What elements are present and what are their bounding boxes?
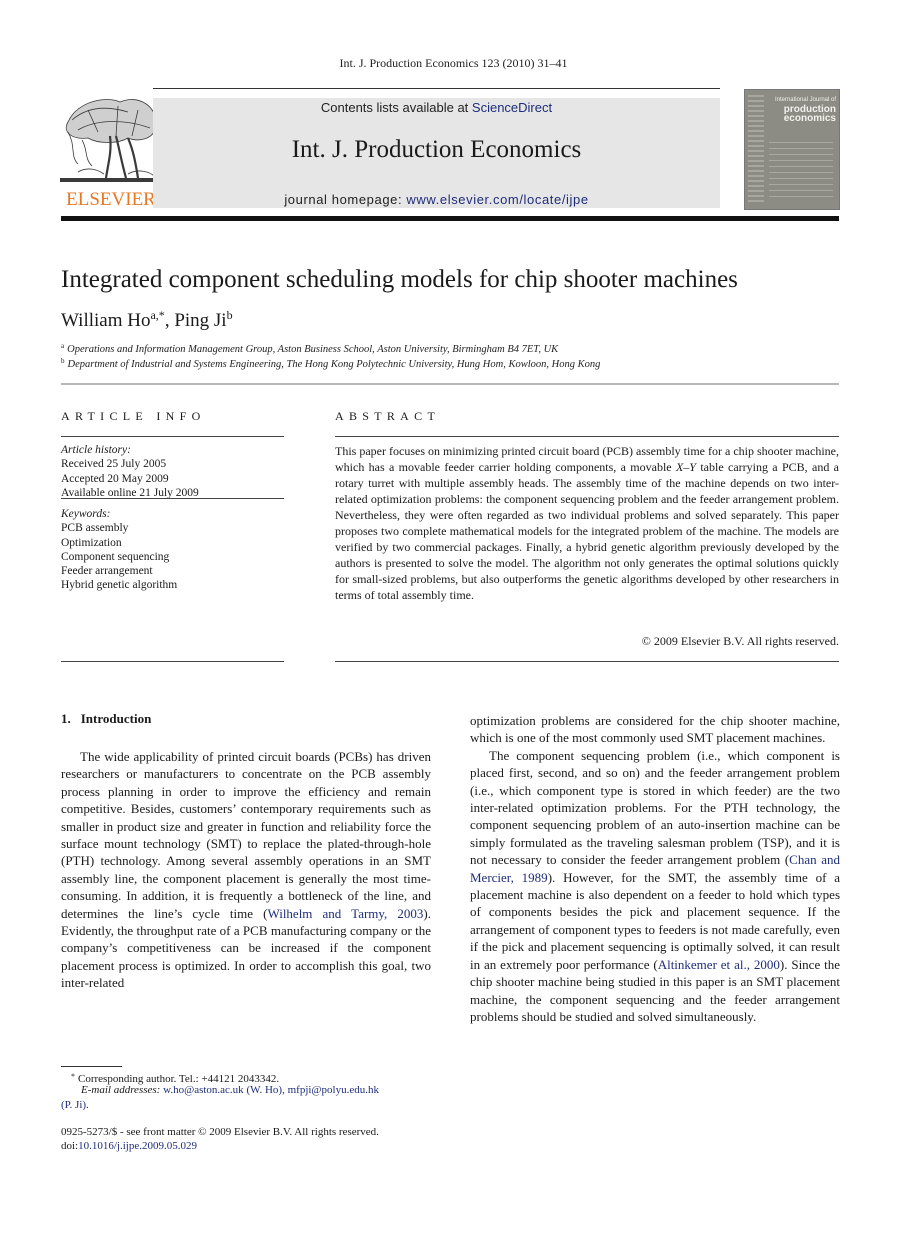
article-info-rule (61, 498, 284, 499)
body-paragraph: The wide applicability of printed circui… (61, 748, 431, 992)
section-heading: 1. Introduction (61, 711, 151, 727)
abstract-part: table carrying a PCB, and a rotary turre… (335, 460, 839, 602)
author-marks[interactable]: b (227, 308, 233, 322)
history-accepted: Accepted 20 May 2009 (61, 472, 169, 485)
history-received: Received 25 July 2005 (61, 458, 167, 471)
affiliation: a Operations and Information Management G… (61, 342, 558, 355)
author-name[interactable]: Ping Ji (174, 310, 226, 331)
journal-homepage-link[interactable]: www.elsevier.com/locate/ijpe (406, 192, 588, 207)
contents-line: Contents lists available at ScienceDirec… (153, 100, 720, 115)
section-number: 1. (61, 711, 71, 726)
article-history-label: Article history: (61, 444, 131, 456)
abstract-rule (335, 436, 839, 437)
affiliation-text: Operations and Information Management Gr… (67, 344, 559, 355)
author-list: William Hoa,*, Ping Jib (61, 308, 233, 332)
citation-link[interactable]: Wilhelm and Tarmy, 2003 (267, 906, 423, 921)
doi-link[interactable]: 10.1016/j.ijpe.2009.05.029 (78, 1140, 197, 1152)
article-history: Article history: Received 25 July 2005 A… (61, 443, 286, 500)
abstract-heading: ABSTRACT (335, 409, 441, 423)
keywords: Keywords: PCB assembly Optimization Comp… (61, 507, 286, 593)
section-title: Introduction (80, 711, 152, 726)
email-owner: (W. Ho), (243, 1084, 288, 1096)
journal-title: Int. J. Production Economics (291, 136, 582, 163)
body-column-right: optimization problems are considered for… (470, 712, 840, 1025)
tree-icon (60, 99, 162, 182)
paragraph-text: The wide applicability of printed circui… (61, 749, 431, 921)
keyword: Component sequencing (61, 550, 170, 563)
keyword: PCB assembly (61, 522, 129, 535)
abstract-copyright: © 2009 Elsevier B.V. All rights reserved… (641, 634, 839, 648)
email-link[interactable]: mfpji@polyu.edu.hk (288, 1084, 379, 1096)
email-note-continued: (P. Ji). (61, 1098, 431, 1113)
body-paragraph: The component sequencing problem (i.e., … (470, 747, 840, 1026)
masthead-top-rule (153, 88, 720, 89)
contents-prefix: Contents lists available at (320, 100, 472, 115)
email-link[interactable]: w.ho@aston.ac.uk (163, 1084, 244, 1096)
author-marks[interactable]: a,* (150, 308, 164, 322)
author-separator: , (164, 310, 175, 331)
body-paragraph: optimization problems are considered for… (470, 712, 840, 747)
affiliation-mark: b (61, 357, 65, 365)
keyword: Hybrid genetic algorithm (61, 579, 178, 592)
body-column-left: The wide applicability of printed circui… (61, 748, 431, 992)
keyword: Feeder arrangement (61, 565, 153, 578)
affiliation-text: Department of Industrial and Systems Eng… (67, 359, 601, 370)
paragraph-text: optimization problems are considered for… (470, 713, 840, 746)
running-head: Int. J. Production Economics 123 (2010) … (339, 56, 568, 70)
email-owner: (P. Ji). (61, 1099, 89, 1111)
homepage-line: journal homepage: www.elsevier.com/locat… (153, 192, 720, 207)
homepage-prefix: journal homepage: (284, 192, 407, 207)
front-matter-note: 0925-5273/$ - see front matter © 2009 El… (61, 1126, 379, 1138)
masthead-bottom-rule (61, 216, 839, 221)
cover-contents-lines (769, 142, 833, 202)
email-label: E-mail addresses: (81, 1084, 164, 1096)
paper-title: Integrated component scheduling models f… (61, 266, 738, 293)
affiliation-mark: a (61, 342, 65, 350)
doi-prefix: doi: (61, 1140, 79, 1152)
abstract-italic: X–Y (675, 460, 696, 474)
keywords-label: Keywords: (61, 508, 111, 520)
journal-cover-thumbnail[interactable]: International Journal of production econ… (744, 89, 840, 210)
article-info-heading: ARTICLE INFO (61, 409, 206, 423)
cover-title: International Journal of production econ… (766, 96, 836, 124)
abstract-rule (335, 661, 839, 662)
abstract-text: This paper focuses on minimizing printed… (335, 443, 839, 603)
paragraph-text: The component sequencing problem (i.e., … (470, 747, 840, 868)
cover-title-line3: economics (783, 113, 836, 124)
article-info-rule (61, 436, 284, 437)
doi-line: doi:10.1016/j.ijpe.2009.05.029 (61, 1139, 431, 1154)
elsevier-logo[interactable]: ELSEVIER (58, 92, 164, 210)
masthead-box: Contents lists available at ScienceDirec… (153, 98, 720, 208)
cover-sidebar (748, 95, 764, 203)
citation-link[interactable]: Altinkemer et al., 2000 (658, 957, 780, 972)
affiliation: b Department of Industrial and Systems En… (61, 357, 600, 370)
elsevier-wordmark: ELSEVIER (66, 189, 156, 210)
email-note: E-mail addresses: w.ho@aston.ac.uk (W. H… (61, 1083, 431, 1098)
sciencedirect-link[interactable]: ScienceDirect (472, 100, 552, 115)
article-info-rule (61, 661, 284, 662)
footnote-rule (61, 1066, 122, 1067)
title-divider (61, 383, 839, 385)
author-name[interactable]: William Ho (61, 310, 150, 331)
keyword: Optimization (61, 536, 122, 549)
footnote-mark: * (71, 1072, 75, 1081)
